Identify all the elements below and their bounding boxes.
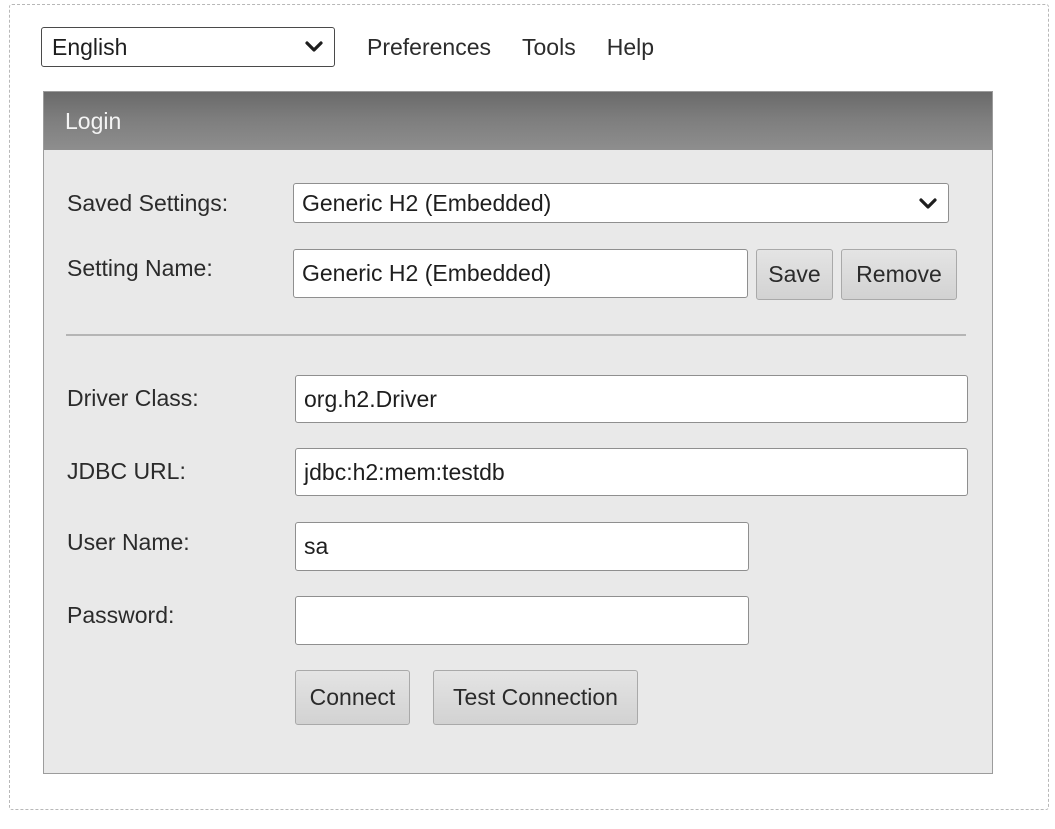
save-button[interactable]: Save (756, 249, 833, 300)
menu-tools[interactable]: Tools (522, 34, 576, 61)
driver-class-input[interactable]: org.h2.Driver (295, 375, 968, 423)
login-panel: Login Saved Settings: Generic H2 (Embedd… (43, 91, 993, 774)
language-select[interactable]: English (41, 27, 335, 67)
user-name-label: User Name: (67, 529, 190, 555)
remove-button-label: Remove (856, 261, 942, 287)
login-title: Login (65, 107, 122, 134)
top-bar: English Preferences Tools Help (41, 26, 654, 68)
chevron-down-icon (305, 41, 323, 52)
menu-help[interactable]: Help (607, 34, 654, 61)
section-divider (66, 334, 966, 336)
login-panel-header: Login (44, 92, 992, 150)
save-button-label: Save (768, 261, 821, 287)
password-input[interactable] (295, 596, 749, 645)
test-connection-button-label: Test Connection (453, 684, 618, 710)
user-name-value: sa (304, 533, 329, 559)
test-connection-button[interactable]: Test Connection (433, 670, 638, 725)
saved-settings-select[interactable]: Generic H2 (Embedded) (293, 183, 949, 223)
driver-class-value: org.h2.Driver (304, 385, 437, 412)
setting-name-value: Generic H2 (Embedded) (302, 260, 552, 286)
jdbc-url-value: jdbc:h2:mem:testdb (304, 458, 505, 485)
saved-settings-label: Saved Settings: (67, 190, 229, 216)
menu-preferences[interactable]: Preferences (367, 34, 491, 61)
remove-button[interactable]: Remove (841, 249, 957, 300)
jdbc-url-label: JDBC URL: (67, 458, 186, 484)
saved-settings-value: Generic H2 (Embedded) (302, 189, 552, 216)
language-select-value: English (52, 33, 128, 60)
user-name-input[interactable]: sa (295, 522, 749, 571)
password-label: Password: (67, 602, 175, 628)
connect-button[interactable]: Connect (295, 670, 410, 725)
setting-name-label: Setting Name: (67, 255, 213, 281)
setting-name-input[interactable]: Generic H2 (Embedded) (293, 249, 748, 298)
driver-class-label: Driver Class: (67, 385, 199, 411)
connect-button-label: Connect (309, 684, 396, 710)
jdbc-url-input[interactable]: jdbc:h2:mem:testdb (295, 448, 968, 496)
chevron-down-icon (919, 198, 937, 209)
